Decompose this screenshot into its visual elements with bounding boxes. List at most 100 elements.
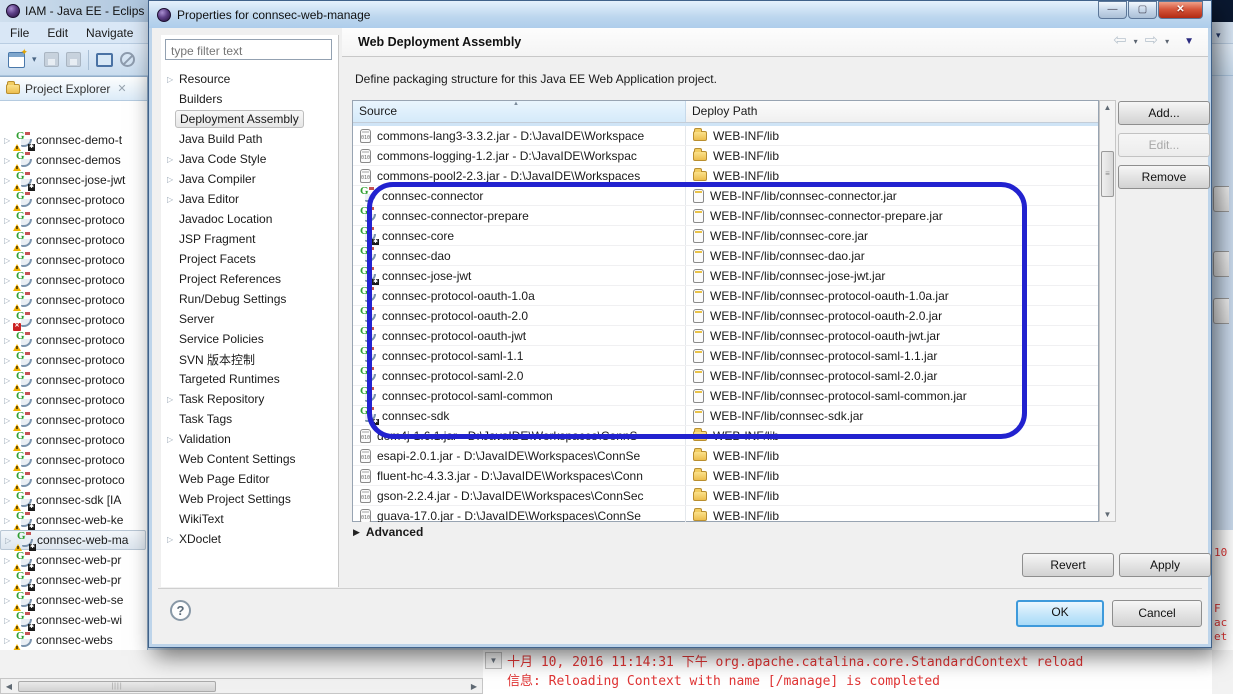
filter-input[interactable] (165, 39, 332, 60)
explorer-item[interactable]: ▷G✱connsec-jose-jwt (0, 170, 147, 190)
scroll-left-icon[interactable]: ◀ (1, 682, 17, 691)
expand-arrow-icon[interactable]: ▷ (4, 596, 12, 605)
properties-tree-item[interactable]: ▷Resource (161, 69, 339, 89)
expand-arrow-icon[interactable]: ▷ (4, 396, 12, 405)
explorer-item[interactable]: ▷Gconnsec-protoco (0, 410, 147, 430)
new-wizard-dropdown-icon[interactable]: ▾ (32, 54, 37, 65)
table-row[interactable]: guava-17.0.jar - D:\JavaIDE\Workspaces\C… (353, 506, 1098, 522)
expand-arrow-icon[interactable]: ▷ (4, 156, 12, 165)
horizontal-scrollbar[interactable]: ◀ |||| ▶ (0, 678, 483, 694)
explorer-item[interactable]: ▷Gconnsec-protoco (0, 290, 147, 310)
properties-tree-item[interactable]: Javadoc Location (161, 209, 339, 229)
forward-arrow-icon[interactable]: ⇨ (1145, 33, 1158, 49)
properties-tree-item[interactable]: ▷Java Editor (161, 189, 339, 209)
properties-tree-item[interactable]: Web Content Settings (161, 449, 339, 469)
expand-arrow-icon[interactable]: ▷ (4, 176, 12, 185)
properties-tree-item[interactable]: Server (161, 309, 339, 329)
properties-tree-item[interactable]: Project Facets (161, 249, 339, 269)
expand-arrow-icon[interactable]: ▷ (4, 516, 12, 525)
back-arrow-icon[interactable]: ⇦ (1113, 33, 1126, 49)
explorer-item[interactable]: ▷Gconnsec-protoco (0, 210, 147, 230)
save-icon[interactable] (44, 52, 59, 67)
table-row[interactable]: Gconnsec-protocol-oauth-1.0aWEB-INF/lib/… (353, 286, 1098, 306)
expand-arrow-icon[interactable]: ▷ (4, 316, 12, 325)
console-scroll-down-icon[interactable]: ▼ (485, 652, 502, 669)
expand-arrow-icon[interactable]: ▷ (4, 456, 12, 465)
properties-tree-item[interactable]: WikiText (161, 509, 339, 529)
maximize-icon[interactable]: ▢ (1128, 1, 1157, 19)
console-view-icon[interactable] (96, 53, 113, 67)
table-row[interactable]: Gconnsec-connectorWEB-INF/lib/connsec-co… (353, 186, 1098, 206)
help-button[interactable]: ? (170, 600, 191, 621)
toggle-mark-occurrences-icon[interactable] (120, 52, 135, 67)
project-explorer-tab[interactable]: Project Explorer ✕ (0, 77, 147, 101)
table-row[interactable]: commons-pool2-2.3.jar - D:\JavaIDE\Works… (353, 166, 1098, 186)
explorer-item[interactable]: ▷G✱connsec-web-se (0, 590, 147, 610)
explorer-item[interactable]: ▷Gconnsec-protoco (0, 450, 147, 470)
table-row[interactable]: gson-2.2.4.jar - D:\JavaIDE\Workspaces\C… (353, 486, 1098, 506)
expand-arrow-icon[interactable]: ▷ (4, 416, 12, 425)
properties-tree-item[interactable]: ▷Java Compiler (161, 169, 339, 189)
explorer-item[interactable]: ▷G✱connsec-demo-t (0, 130, 147, 150)
add-button[interactable]: Add... (1118, 101, 1210, 125)
save-all-icon[interactable] (66, 52, 81, 67)
expand-arrow-icon[interactable]: ▷ (4, 436, 12, 445)
table-row[interactable]: esapi-2.0.1.jar - D:\JavaIDE\Workspaces\… (353, 446, 1098, 466)
remove-button[interactable]: Remove (1118, 165, 1210, 189)
properties-tree-item[interactable]: Service Policies (161, 329, 339, 349)
expand-arrow-icon[interactable]: ▷ (4, 256, 12, 265)
expand-arrow-icon[interactable]: ▷ (5, 536, 13, 545)
column-header-source[interactable]: Source ▲ (353, 101, 686, 122)
expand-arrow-icon[interactable]: ▷ (4, 616, 12, 625)
properties-tree-item[interactable]: Deployment Assembly (161, 109, 339, 129)
table-row[interactable]: commons-logging-1.2.jar - D:\JavaIDE\Wor… (353, 146, 1098, 166)
advanced-section-toggle[interactable]: ▶ Advanced (353, 525, 423, 539)
horizontal-scrollbar-thumb[interactable]: |||| (18, 681, 216, 692)
table-row[interactable]: Gconnsec-protocol-oauth-jwtWEB-INF/lib/c… (353, 326, 1098, 346)
expand-arrow-icon[interactable]: ▷ (4, 236, 12, 245)
back-dropdown-icon[interactable]: ▾ (1134, 37, 1138, 46)
table-row[interactable]: Gconnsec-protocol-saml-commonWEB-INF/lib… (353, 386, 1098, 406)
properties-tree-item[interactable]: ▷XDoclet (161, 529, 339, 549)
table-row[interactable]: dom4j-1.6.1.jar - D:\JavaIDE\Workspaces\… (353, 426, 1098, 446)
apply-button[interactable]: Apply (1119, 553, 1211, 577)
explorer-item[interactable]: ▷Gconnsec-protoco (0, 470, 147, 490)
properties-tree-item[interactable]: Run/Debug Settings (161, 289, 339, 309)
new-wizard-icon[interactable] (8, 52, 25, 68)
edit-button[interactable]: Edit... (1118, 133, 1210, 157)
explorer-item[interactable]: ▷G✱connsec-web-pr (0, 550, 147, 570)
properties-tree-item[interactable]: Targeted Runtimes (161, 369, 339, 389)
properties-tree-item[interactable]: Project References (161, 269, 339, 289)
explorer-item[interactable]: ▷G✱connsec-sdk [IA (0, 490, 147, 510)
table-row[interactable]: commons-lang3-3.3.2.jar - D:\JavaIDE\Wor… (353, 126, 1098, 146)
expand-arrow-icon[interactable]: ▷ (4, 216, 12, 225)
expand-arrow-icon[interactable]: ▷ (4, 276, 12, 285)
dialog-titlebar[interactable]: Properties for connsec-web-manage (149, 1, 1211, 28)
expand-arrow-icon[interactable]: ▷ (4, 336, 12, 345)
expand-arrow-icon[interactable]: ▷ (4, 576, 12, 585)
ok-button[interactable]: OK (1016, 600, 1104, 627)
explorer-item[interactable]: ▷Gconnsec-protoco (0, 270, 147, 290)
menu-file[interactable]: File (10, 26, 29, 40)
explorer-item[interactable]: ▷Gconnsec-protoco (0, 370, 147, 390)
properties-tree-item[interactable]: ▷Task Repository (161, 389, 339, 409)
properties-tree-item[interactable]: Web Page Editor (161, 469, 339, 489)
properties-tree-item[interactable]: SVN 版本控制 (161, 349, 339, 369)
explorer-item[interactable]: ▷G✱connsec-web-ke (0, 510, 147, 530)
explorer-item[interactable]: ▷Gconnsec-demos (0, 150, 147, 170)
expand-arrow-icon[interactable]: ▷ (4, 496, 12, 505)
explorer-item[interactable]: ▷Gconnsec-protoco (0, 230, 147, 250)
close-icon[interactable]: ✕ (1158, 1, 1203, 19)
expand-arrow-icon[interactable]: ▷ (4, 636, 12, 645)
explorer-item[interactable]: ▷Gconnsec-webs (0, 630, 147, 650)
minimize-icon[interactable]: — (1098, 1, 1127, 19)
properties-tree-item[interactable]: Web Project Settings (161, 489, 339, 509)
revert-button[interactable]: Revert (1022, 553, 1114, 577)
table-vertical-scrollbar[interactable]: ▲ ≡ ▼ (1099, 100, 1116, 522)
table-row[interactable]: G✱connsec-sdkWEB-INF/lib/connsec-sdk.jar (353, 406, 1098, 426)
explorer-item[interactable]: ▷Gconnsec-protoco (0, 390, 147, 410)
tab-close-icon[interactable]: ✕ (117, 82, 126, 95)
scroll-up-icon[interactable]: ▲ (1100, 103, 1115, 112)
explorer-item[interactable]: ▷G✱connsec-web-wi (0, 610, 147, 630)
menu-navigate[interactable]: Navigate (86, 26, 133, 40)
